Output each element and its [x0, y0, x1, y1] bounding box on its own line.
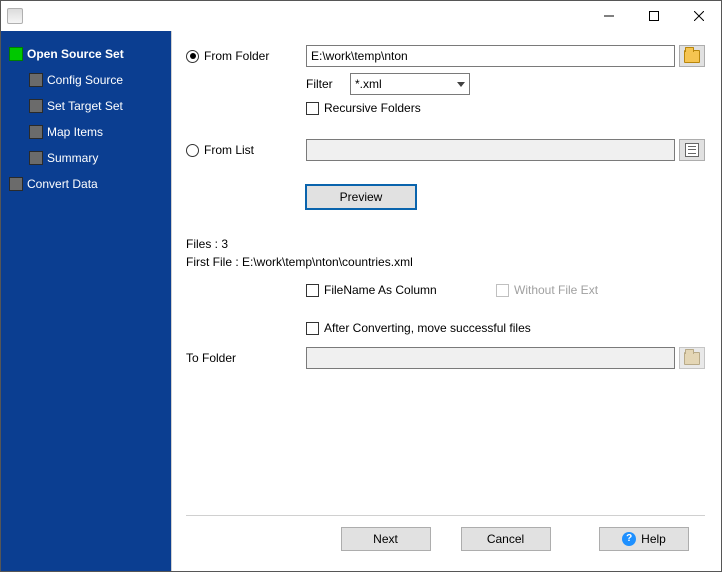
- filename-as-column-checkbox[interactable]: [306, 284, 319, 297]
- recursive-row: Recursive Folders: [186, 101, 705, 115]
- to-folder-label: To Folder: [186, 351, 236, 365]
- window-buttons: [586, 2, 721, 31]
- step-marker-icon: [9, 47, 23, 61]
- from-folder-label: From Folder: [204, 49, 269, 63]
- preview-row: Preview: [186, 185, 705, 209]
- footer: Next Cancel ? Help: [186, 515, 705, 561]
- chevron-down-icon: [457, 82, 465, 87]
- close-icon: [694, 11, 704, 21]
- help-button-label: Help: [641, 532, 666, 546]
- to-folder-row: To Folder: [186, 347, 705, 369]
- sidebar-item-open-source-set[interactable]: Open Source Set: [1, 41, 171, 67]
- to-folder-input: [306, 347, 675, 369]
- browse-folder-button[interactable]: [679, 45, 705, 67]
- step-marker-icon: [9, 177, 23, 191]
- to-folder-label-group: To Folder: [186, 351, 306, 365]
- step-marker-icon: [29, 99, 43, 113]
- content-panel: From Folder Filter *.xml: [171, 31, 721, 571]
- without-ext-text: Without File Ext: [514, 283, 598, 297]
- from-list-label: From List: [204, 143, 254, 157]
- sidebar-item-map-items[interactable]: Map Items: [1, 119, 171, 145]
- filename-column-row: FileName As Column Without File Ext: [186, 283, 705, 297]
- filter-row: Filter *.xml: [186, 73, 705, 95]
- next-button[interactable]: Next: [341, 527, 431, 551]
- without-ext-checkbox: [496, 284, 509, 297]
- close-button[interactable]: [676, 2, 721, 31]
- preview-button-label: Preview: [340, 190, 383, 204]
- sidebar-item-label: Open Source Set: [27, 47, 124, 61]
- sidebar-item-convert-data[interactable]: Convert Data: [1, 171, 171, 197]
- from-folder-input[interactable]: [306, 45, 675, 67]
- sidebar-item-label: Summary: [47, 151, 98, 165]
- from-list-label-group: From List: [186, 143, 306, 157]
- sidebar-item-summary[interactable]: Summary: [1, 145, 171, 171]
- help-button[interactable]: ? Help: [599, 527, 689, 551]
- titlebar: [1, 1, 721, 31]
- from-folder-label-group: From Folder: [186, 49, 306, 63]
- files-count: Files : 3: [186, 237, 705, 251]
- maximize-icon: [649, 11, 659, 21]
- help-icon: ?: [622, 532, 636, 546]
- after-convert-row: After Converting, move successful files: [186, 321, 705, 335]
- form: From Folder Filter *.xml: [186, 45, 705, 375]
- step-marker-icon: [29, 125, 43, 139]
- sidebar-item-label: Config Source: [47, 73, 123, 87]
- browse-list-button[interactable]: [679, 139, 705, 161]
- cancel-button-label: Cancel: [487, 532, 524, 546]
- filter-value: *.xml: [355, 77, 382, 91]
- recursive-text: Recursive Folders: [324, 101, 421, 115]
- from-list-input[interactable]: [306, 139, 675, 161]
- wizard-window: Open Source Set Config Source Set Target…: [0, 0, 722, 572]
- without-ext-label: Without File Ext: [496, 283, 598, 297]
- sidebar: Open Source Set Config Source Set Target…: [1, 31, 171, 571]
- filename-as-column-label[interactable]: FileName As Column: [306, 283, 496, 297]
- folder-icon: [684, 352, 700, 365]
- from-list-radio[interactable]: [186, 144, 199, 157]
- recursive-checkbox-label[interactable]: Recursive Folders: [306, 101, 421, 115]
- after-convert-checkbox[interactable]: [306, 322, 319, 335]
- filter-select[interactable]: *.xml: [350, 73, 470, 95]
- step-marker-icon: [29, 151, 43, 165]
- from-folder-radio[interactable]: [186, 50, 199, 63]
- body: Open Source Set Config Source Set Target…: [1, 31, 721, 571]
- minimize-button[interactable]: [586, 2, 631, 31]
- folder-icon: [684, 50, 700, 63]
- app-icon: [7, 8, 23, 24]
- browse-to-folder-button: [679, 347, 705, 369]
- from-list-row: From List: [186, 139, 705, 161]
- from-folder-row: From Folder: [186, 45, 705, 67]
- list-icon: [685, 143, 699, 157]
- minimize-icon: [604, 11, 614, 21]
- after-convert-label[interactable]: After Converting, move successful files: [306, 321, 531, 335]
- next-button-label: Next: [373, 532, 398, 546]
- sidebar-item-config-source[interactable]: Config Source: [1, 67, 171, 93]
- sidebar-item-label: Map Items: [47, 125, 103, 139]
- after-convert-text: After Converting, move successful files: [324, 321, 531, 335]
- first-file: First File : E:\work\temp\nton\countries…: [186, 255, 705, 269]
- sidebar-item-label: Convert Data: [27, 177, 98, 191]
- sidebar-item-set-target-set[interactable]: Set Target Set: [1, 93, 171, 119]
- preview-button[interactable]: Preview: [306, 185, 416, 209]
- cancel-button[interactable]: Cancel: [461, 527, 551, 551]
- sidebar-item-label: Set Target Set: [47, 99, 123, 113]
- recursive-checkbox[interactable]: [306, 102, 319, 115]
- maximize-button[interactable]: [631, 2, 676, 31]
- filter-label: Filter: [306, 77, 350, 91]
- step-marker-icon: [29, 73, 43, 87]
- filename-as-column-text: FileName As Column: [324, 283, 437, 297]
